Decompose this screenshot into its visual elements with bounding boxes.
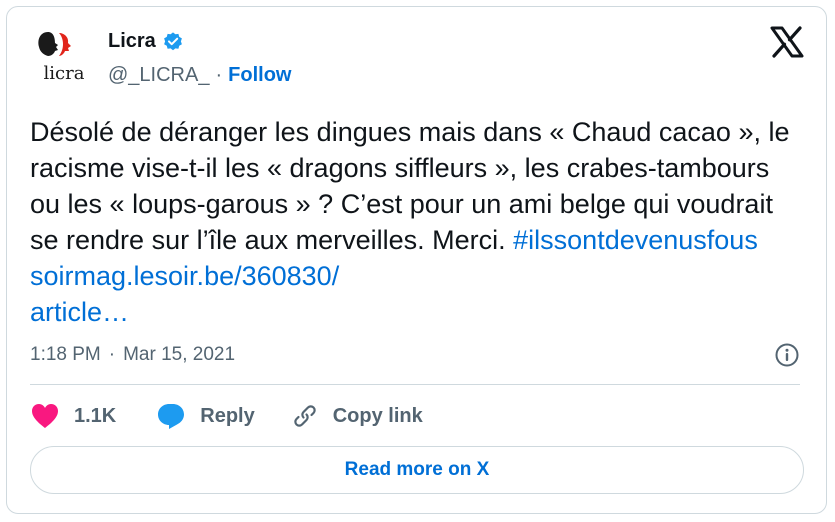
copy-link-button[interactable]: Copy link xyxy=(291,402,423,430)
licra-logo-icon: licra xyxy=(38,32,85,84)
info-icon[interactable] xyxy=(774,342,800,368)
x-logo-icon[interactable] xyxy=(770,26,804,58)
heart-icon xyxy=(32,404,58,428)
reply-bubble-icon xyxy=(158,404,185,429)
author-name-row: Licra xyxy=(108,30,184,53)
tweet-text: Désolé de déranger les dingues mais dans… xyxy=(30,114,800,330)
tweet-actions: 1.1K Reply Copy link xyxy=(30,402,423,430)
handle-separator: · xyxy=(215,64,223,86)
author-handle[interactable]: @_LICRA_ xyxy=(108,64,209,87)
hashtag-link[interactable]: #ilssontdevenusfous xyxy=(513,225,758,255)
like-button[interactable]: 1.1K xyxy=(30,402,116,430)
avatar[interactable]: licra xyxy=(34,28,94,88)
copy-link-label: Copy link xyxy=(332,404,423,427)
like-count: 1.1K xyxy=(74,404,117,427)
tweet-timestamp[interactable]: 1:18 PM · Mar 15, 2021 xyxy=(30,344,235,366)
tweet-date: Mar 15, 2021 xyxy=(123,344,236,365)
author-handle-row: @_LICRA_ · Follow xyxy=(108,64,291,87)
link-icon xyxy=(293,405,316,427)
logo-text: licra xyxy=(44,63,85,84)
tweet-time: 1:18 PM xyxy=(30,344,101,365)
follow-button[interactable]: Follow xyxy=(228,64,291,87)
verified-badge-icon xyxy=(163,31,182,50)
read-more-button[interactable]: Read more on X xyxy=(30,446,804,494)
reply-label: Reply xyxy=(200,404,255,427)
timestamp-separator: · xyxy=(108,344,116,365)
divider xyxy=(30,384,800,385)
display-name[interactable]: Licra xyxy=(108,30,156,53)
reply-button[interactable]: Reply xyxy=(156,402,255,430)
article-link[interactable]: soirmag.lesoir.be/360830/ article… xyxy=(30,261,339,327)
